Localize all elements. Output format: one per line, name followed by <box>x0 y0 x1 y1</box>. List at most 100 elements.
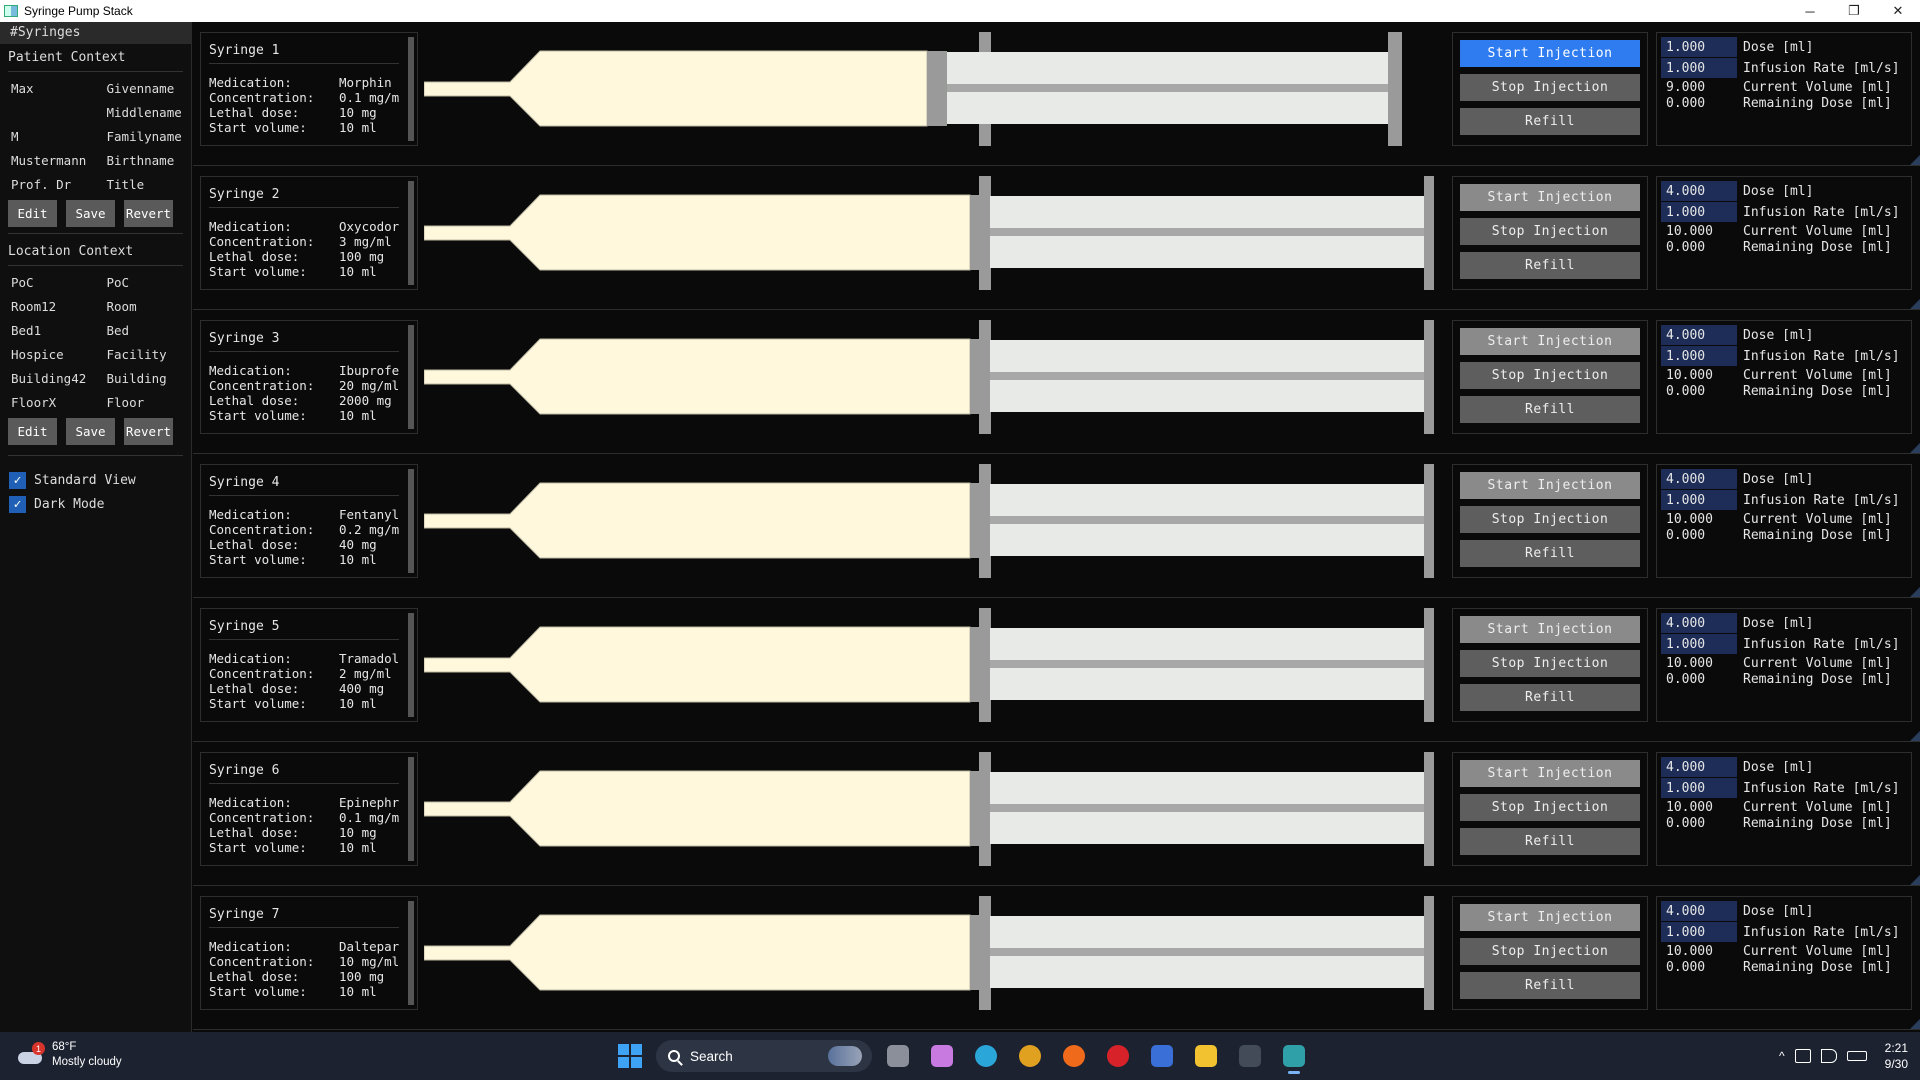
infusion-rate-input[interactable]: 1.000 <box>1661 634 1737 654</box>
refill-button[interactable]: Refill <box>1460 684 1640 711</box>
tab-syringes[interactable]: #Syringes <box>0 22 191 44</box>
resize-grip[interactable] <box>1910 155 1920 165</box>
dark-mode-checkbox[interactable]: ✓ Dark Mode <box>0 492 191 516</box>
firefox-icon[interactable] <box>1056 1038 1092 1074</box>
standard-view-checkbox[interactable]: ✓ Standard View <box>0 468 191 492</box>
network-icon[interactable] <box>1794 1049 1811 1063</box>
location-field-row: PoC PoC <box>0 270 191 294</box>
refill-button[interactable]: Refill <box>1460 396 1640 423</box>
scrollbar[interactable] <box>408 469 414 573</box>
taskbar: 1 68°F Mostly cloudy Search ^ 2:21 9/30 <box>0 1032 1920 1080</box>
opera-icon[interactable] <box>1100 1038 1136 1074</box>
syringe-pump-app-icon[interactable] <box>1276 1038 1312 1074</box>
plunger-head <box>1424 608 1438 722</box>
edge-icon[interactable] <box>968 1038 1004 1074</box>
task-view-icon[interactable] <box>880 1038 916 1074</box>
patient-field-value[interactable]: Mustermann <box>0 153 96 168</box>
resize-grip[interactable] <box>1910 731 1920 741</box>
dose-input[interactable]: 4.000 <box>1661 325 1737 345</box>
refill-button[interactable]: Refill <box>1460 252 1640 279</box>
start-volume-value: 10 ml <box>339 408 377 423</box>
scrollbar[interactable] <box>408 37 414 141</box>
location-field-value[interactable]: Hospice <box>0 347 96 362</box>
stop-injection-button[interactable]: Stop Injection <box>1460 650 1640 677</box>
resize-grip[interactable] <box>1910 443 1920 453</box>
concentration-label: Concentration: <box>209 378 315 393</box>
scrollbar[interactable] <box>408 325 414 429</box>
infusion-rate-input[interactable]: 1.000 <box>1661 490 1737 510</box>
stop-injection-button[interactable]: Stop Injection <box>1460 74 1640 101</box>
close-button[interactable]: ✕ <box>1876 0 1920 22</box>
file-explorer-icon[interactable] <box>1188 1038 1224 1074</box>
minimize-button[interactable]: ─ <box>1788 0 1832 22</box>
location-field-value[interactable]: Building42 <box>0 371 96 386</box>
dose-input[interactable]: 4.000 <box>1661 613 1737 633</box>
stop-injection-button[interactable]: Stop Injection <box>1460 938 1640 965</box>
start-injection-button[interactable]: Start Injection <box>1460 616 1640 643</box>
resize-grip[interactable] <box>1910 587 1920 597</box>
resize-grip[interactable] <box>1910 299 1920 309</box>
refill-button[interactable]: Refill <box>1460 972 1640 999</box>
refill-button[interactable]: Refill <box>1460 108 1640 135</box>
scrollbar[interactable] <box>408 757 414 861</box>
start-injection-button[interactable]: Start Injection <box>1460 40 1640 67</box>
start-injection-button[interactable]: Start Injection <box>1460 760 1640 787</box>
start-windows-icon[interactable] <box>612 1038 648 1074</box>
infusion-rate-input[interactable]: 1.000 <box>1661 922 1737 942</box>
refill-button[interactable]: Refill <box>1460 540 1640 567</box>
dose-input[interactable]: 4.000 <box>1661 757 1737 777</box>
location-edit-button[interactable]: Edit <box>8 418 57 445</box>
dose-input[interactable]: 4.000 <box>1661 901 1737 921</box>
vpn-icon[interactable] <box>1144 1038 1180 1074</box>
plunger-rod-bottom <box>990 668 1424 700</box>
weather-widget[interactable]: 1 68°F Mostly cloudy <box>16 1040 122 1070</box>
start-injection-button[interactable]: Start Injection <box>1460 472 1640 499</box>
dose-input[interactable]: 1.000 <box>1661 37 1737 57</box>
maximize-button[interactable]: ❐ <box>1832 0 1876 22</box>
infusion-rate-input[interactable]: 1.000 <box>1661 202 1737 222</box>
patient-field-value[interactable]: M <box>0 129 96 144</box>
chrome-icon[interactable] <box>1012 1038 1048 1074</box>
stop-injection-button[interactable]: Stop Injection <box>1460 362 1640 389</box>
scrollbar[interactable] <box>408 901 414 1005</box>
stop-injection-button[interactable]: Stop Injection <box>1460 794 1640 821</box>
dose-input[interactable]: 4.000 <box>1661 181 1737 201</box>
stop-injection-button[interactable]: Stop Injection <box>1460 506 1640 533</box>
infusion-rate-input[interactable]: 1.000 <box>1661 346 1737 366</box>
location-save-button[interactable]: Save <box>66 418 115 445</box>
lethal-value: 40 mg <box>339 537 377 552</box>
plunger-rod-top <box>947 52 1388 84</box>
patient-revert-button[interactable]: Revert <box>124 200 173 227</box>
stop-injection-button[interactable]: Stop Injection <box>1460 218 1640 245</box>
patient-edit-button[interactable]: Edit <box>8 200 57 227</box>
start-injection-button[interactable]: Start Injection <box>1460 328 1640 355</box>
location-revert-button[interactable]: Revert <box>124 418 173 445</box>
scrollbar[interactable] <box>408 613 414 717</box>
location-field-value[interactable]: Bed1 <box>0 323 96 338</box>
clock[interactable]: 2:21 9/30 <box>1885 1040 1908 1072</box>
patient-field-value[interactable]: Max <box>0 81 96 96</box>
infusion-rate-input[interactable]: 1.000 <box>1661 778 1737 798</box>
scrollbar[interactable] <box>408 181 414 285</box>
patient-save-button[interactable]: Save <box>66 200 115 227</box>
location-field-value[interactable]: Room12 <box>0 299 96 314</box>
location-field-value[interactable]: FloorX <box>0 395 96 410</box>
infusion-rate-row: 1.000 Infusion Rate [ml/s] <box>1661 490 1900 510</box>
infusion-rate-input[interactable]: 1.000 <box>1661 58 1737 78</box>
resize-grip[interactable] <box>1910 1019 1920 1029</box>
syringe-info-panel: Syringe 3 Medication: Ibuprofe Concentratio… <box>200 320 418 434</box>
medication-value: Ibuprofe <box>339 363 400 378</box>
copilot-icon[interactable] <box>924 1038 960 1074</box>
battery-icon[interactable] <box>1846 1051 1867 1061</box>
volume-icon[interactable] <box>1820 1049 1837 1063</box>
patient-field-value[interactable]: Prof. Dr <box>0 177 96 192</box>
start-injection-button[interactable]: Start Injection <box>1460 184 1640 211</box>
refill-button[interactable]: Refill <box>1460 828 1640 855</box>
terminal-icon[interactable] <box>1232 1038 1268 1074</box>
location-field-value[interactable]: PoC <box>0 275 96 290</box>
resize-grip[interactable] <box>1910 875 1920 885</box>
taskbar-search[interactable]: Search <box>656 1040 872 1072</box>
dose-input[interactable]: 4.000 <box>1661 469 1737 489</box>
tray-overflow-icon[interactable]: ^ <box>1779 1049 1785 1063</box>
start-injection-button[interactable]: Start Injection <box>1460 904 1640 931</box>
